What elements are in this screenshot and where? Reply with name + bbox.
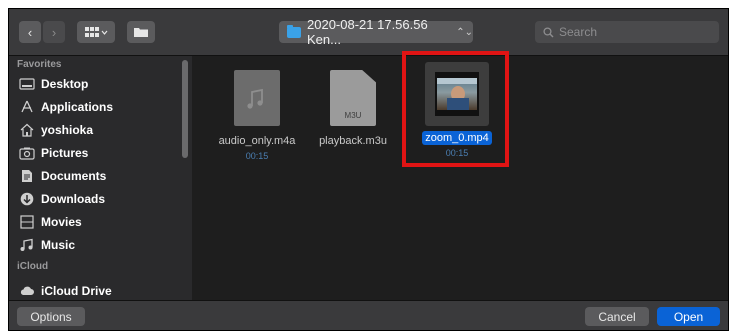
home-icon <box>19 123 35 137</box>
desktop-icon <box>19 77 35 91</box>
open-file-dialog: ‹ › 2020-08-21 17.56.56 Ken... ⌃⌄ Search… <box>8 8 729 331</box>
sidebar-item-pictures[interactable]: Pictures <box>19 142 88 164</box>
cancel-button[interactable]: Cancel <box>585 307 649 326</box>
sidebar-section-icloud: iCloud <box>17 261 49 272</box>
sidebar-item-label: Pictures <box>41 146 89 160</box>
chevron-right-icon: › <box>51 24 57 40</box>
playlist-file-icon: M3U <box>330 70 376 126</box>
location-label: 2020-08-21 17.56.56 Ken... <box>307 17 428 47</box>
search-placeholder: Search <box>559 25 598 39</box>
search-icon <box>543 26 554 37</box>
movies-icon <box>19 215 35 229</box>
sidebar-item-desktop[interactable]: Desktop <box>19 73 88 95</box>
sidebar-item-music[interactable]: Music <box>19 234 75 256</box>
up-down-chevron-icon: ⌃⌄ <box>456 26 473 38</box>
dialog-footer: Options Cancel Open <box>9 300 728 330</box>
chevron-left-icon: ‹ <box>27 24 33 40</box>
sidebar: Favorites Desktop Applications yoshioka … <box>9 56 192 300</box>
downloads-icon <box>19 192 35 206</box>
sidebar-item-label: Desktop <box>41 77 89 91</box>
sidebar-item-documents[interactable]: Documents <box>19 165 106 187</box>
location-popup[interactable]: 2020-08-21 17.56.56 Ken... ⌃⌄ <box>279 17 473 47</box>
sidebar-item-yoshioka[interactable]: yoshioka <box>19 119 93 141</box>
documents-icon <box>19 169 35 183</box>
sidebar-item-label: Applications <box>41 100 114 114</box>
sidebar-item-icloud-drive[interactable]: iCloud Drive <box>19 280 112 300</box>
back-button[interactable]: ‹ <box>19 21 41 43</box>
options-button[interactable]: Options <box>17 307 85 326</box>
applications-icon <box>19 100 35 114</box>
file-type-label: M3U <box>344 111 362 120</box>
cloud-icon <box>19 284 35 298</box>
highlight-annotation-box <box>402 51 509 167</box>
sidebar-scrollbar[interactable] <box>182 60 188 158</box>
toolbar: ‹ › 2020-08-21 17.56.56 Ken... ⌃⌄ Search <box>9 9 728 56</box>
sidebar-item-label: Movies <box>41 215 82 229</box>
sidebar-item-applications[interactable]: Applications <box>19 96 113 118</box>
forward-button[interactable]: › <box>43 21 65 43</box>
open-button[interactable]: Open <box>657 307 720 326</box>
music-icon <box>19 238 35 252</box>
new-folder-button[interactable] <box>127 21 155 43</box>
sidebar-item-downloads[interactable]: Downloads <box>19 188 105 210</box>
sidebar-item-movies[interactable]: Movies <box>19 211 82 233</box>
sidebar-item-label: Music <box>41 238 76 252</box>
audio-file-icon <box>234 70 280 126</box>
view-mode-button[interactable] <box>77 21 115 43</box>
sidebar-item-label: yoshioka <box>41 123 94 137</box>
file-item-playlist[interactable]: M3U playback.m3u <box>308 62 398 151</box>
pictures-icon <box>19 146 35 160</box>
folder-icon <box>287 24 301 38</box>
search-field[interactable]: Search <box>535 21 719 43</box>
new-folder-icon <box>134 28 148 37</box>
file-name: playback.m3u <box>319 135 387 147</box>
sidebar-item-label: Documents <box>41 169 107 183</box>
grid-view-icon <box>85 27 108 37</box>
sidebar-section-favorites: Favorites <box>17 59 62 70</box>
sidebar-item-label: iCloud Drive <box>41 284 112 298</box>
file-name: audio_only.m4a <box>218 135 296 147</box>
file-duration: 00:15 <box>245 151 269 161</box>
sidebar-item-label: Downloads <box>41 192 106 206</box>
file-item-audio[interactable]: audio_only.m4a 00:15 <box>212 62 302 161</box>
